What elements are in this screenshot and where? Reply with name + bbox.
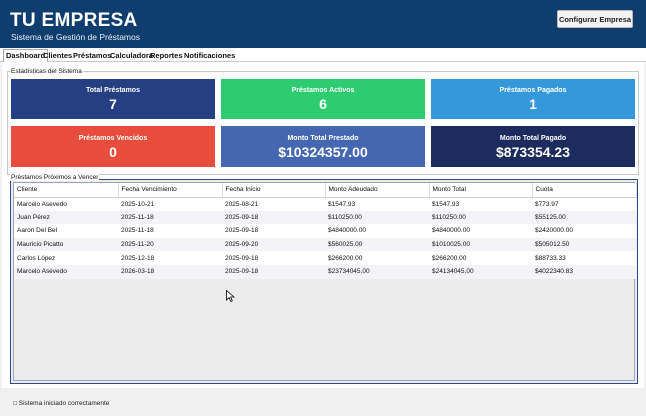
stat-label: Préstamos Pagados <box>499 87 567 94</box>
table-row[interactable]: Carlos López 2025-12-18 2025-09-18 $266200.… <box>14 251 636 265</box>
table-cell: $23734045.00 <box>325 264 429 279</box>
paid-loans-card: Préstamos Pagados 1 <box>431 79 635 119</box>
table-cell: 2025-09-18 <box>222 224 325 238</box>
dashboard-panel: Estadísticas del Sistema Total Préstamos… <box>2 62 644 388</box>
table-cell: 2025-09-18 <box>222 264 325 279</box>
table-cell: $24134045.00 <box>429 264 532 279</box>
table-row[interactable]: Juan Pérez 2025-11-18 2025-09-18 $110250.00… <box>14 210 636 225</box>
table-cell: $55125.00 <box>532 210 636 225</box>
table-cell: 2025-09-18 <box>222 210 325 225</box>
loans-group: Cliente Fecha Vencimiento Fecha Inicio Mont… <box>10 179 638 384</box>
total-lent-card: Monto Total Prestado $10324357.00 <box>221 126 425 167</box>
table-row[interactable]: Marcelo Asevedo 2026-03-18 2025-09-18 $2373… <box>14 264 636 279</box>
company-title: TU EMPRESA <box>10 10 138 31</box>
loans-group-label: Préstamos Próximos a Vencer <box>10 174 100 181</box>
column-header[interactable]: Fecha Inicio <box>222 183 326 198</box>
stat-label: Monto Total Pagado <box>499 135 567 142</box>
table-cell: Juan Pérez <box>14 210 118 225</box>
table-cell: $88733.33 <box>532 251 636 265</box>
overdue-loans-card: Préstamos Vencidos 0 <box>11 126 215 167</box>
table-cell: $1010025.00 <box>429 237 532 252</box>
table-row[interactable]: Marcelo Asevedo 2025-10-21 2025-08-21 $1547… <box>14 197 636 211</box>
table-row[interactable]: Aaron Del Bel 2025-11-18 2025-09-18 $484000… <box>14 224 636 238</box>
table-cell: $4022340.83 <box>532 264 636 279</box>
loans-table-container[interactable]: Cliente Fecha Vencimiento Fecha Inicio Mont… <box>13 182 637 381</box>
tab-bar: Dashboard Clientes Préstamos Calculadora… <box>0 48 646 63</box>
stat-value: 1 <box>529 96 537 112</box>
table-cell: $1547.93 <box>325 197 429 211</box>
stat-value: 6 <box>319 96 327 112</box>
stat-value: 7 <box>109 96 117 112</box>
total-loans-card: Total Préstamos 7 <box>11 79 215 119</box>
stat-label: Total Préstamos <box>86 87 140 94</box>
loans-table: Cliente Fecha Vencimiento Fecha Inicio Mont… <box>14 183 637 279</box>
table-cell: Carlos López <box>14 251 118 265</box>
column-header[interactable]: Monto Total <box>429 183 533 198</box>
table-cell: 2025-09-18 <box>222 251 325 265</box>
stat-label: Monto Total Prestado <box>287 135 359 142</box>
status-text: □ Sistema iniciado correctamente <box>13 400 110 407</box>
table-cell: $505012.50 <box>532 237 636 252</box>
column-header[interactable]: Monto Adeudado <box>325 183 430 198</box>
stat-label: Préstamos Activos <box>291 87 355 94</box>
table-cell: $560025.00 <box>325 237 429 252</box>
table-cell: $266200.00 <box>325 251 429 265</box>
table-row[interactable]: Mauricio Picatto 2025-11-20 2025-09-20 $560… <box>14 237 636 252</box>
table-cell: $110250.00 <box>325 210 429 225</box>
table-cell: 2025-11-18 <box>118 210 222 225</box>
company-subtitle: Sistema de Gestión de Préstamos <box>11 32 140 42</box>
table-cell: $4840000.00 <box>325 224 429 238</box>
table-cell: $2420000.00 <box>532 224 636 238</box>
column-header[interactable]: Fecha Vencimiento <box>118 183 223 198</box>
table-cell: 2025-11-20 <box>118 237 222 252</box>
configure-company-button[interactable]: Configurar Empresa <box>557 10 633 28</box>
table-cell: $266200.00 <box>429 251 532 265</box>
stats-group-label: Estadísticas del Sistema <box>10 68 83 75</box>
stat-label: Préstamos Vencidos <box>78 135 148 142</box>
table-cell: 2025-12-18 <box>118 251 222 265</box>
app-header: TU EMPRESA Sistema de Gestión de Préstam… <box>0 0 646 48</box>
mouse-cursor-icon <box>226 290 235 302</box>
column-header[interactable]: Cuota <box>532 183 637 198</box>
table-cell: 2025-11-18 <box>118 224 222 238</box>
table-cell: Mauricio Picatto <box>14 237 118 252</box>
table-cell: Marcelo Asevedo <box>14 264 118 279</box>
table-cell: $110250.00 <box>429 210 532 225</box>
table-cell: 2025-09-20 <box>222 237 325 252</box>
tab-prestamos[interactable]: Préstamos <box>71 50 113 62</box>
tab-notificaciones[interactable]: Notificaciones <box>182 50 237 62</box>
table-cell: $1547.93 <box>429 197 532 211</box>
table-cell: Marcelo Asevedo <box>14 197 118 211</box>
table-cell: 2025-08-21 <box>222 197 325 211</box>
table-cell: Aaron Del Bel <box>14 224 118 238</box>
stat-value: 0 <box>109 144 117 160</box>
column-header[interactable]: Cliente <box>14 183 119 198</box>
tab-reportes[interactable]: Reportes <box>148 50 185 62</box>
tab-clientes[interactable]: Clientes <box>41 50 74 62</box>
total-paid-card: Monto Total Pagado $873354.23 <box>431 126 635 167</box>
stat-value: $10324357.00 <box>278 144 368 160</box>
stat-value: $873354.23 <box>496 144 570 160</box>
active-loans-card: Préstamos Activos 6 <box>221 79 425 119</box>
table-cell: 2026-03-18 <box>118 264 222 279</box>
table-cell: $4840000.00 <box>429 224 532 238</box>
table-cell: $773.97 <box>532 197 636 211</box>
table-cell: 2025-10-21 <box>118 197 222 211</box>
status-bar: □ Sistema iniciado correctamente <box>0 394 646 416</box>
